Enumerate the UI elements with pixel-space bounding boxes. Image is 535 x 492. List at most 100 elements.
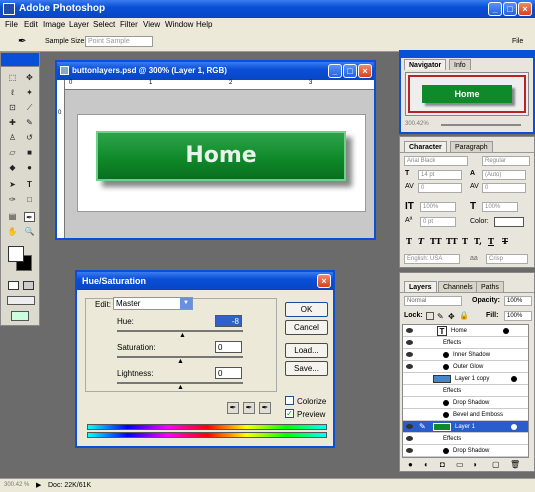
canvas[interactable]: Home [77,114,366,212]
quick-mask-icon[interactable] [8,281,19,290]
doc-close-button[interactable]: × [358,64,372,78]
lightness-slider-thumb[interactable]: ▲ [177,384,184,391]
dialog-close-button[interactable]: × [317,274,331,288]
doc-minimize-button[interactable]: _ [328,64,342,78]
hue-field[interactable]: -8 [215,315,242,327]
eye-icon[interactable] [406,340,413,345]
kerning-field[interactable]: 0 [418,183,462,193]
menu-view[interactable]: View [143,20,160,29]
leading-field[interactable]: (Auto) [482,170,526,180]
horizontal-scale-field[interactable]: 100% [482,202,518,212]
file-browser-tab[interactable]: File [512,38,523,45]
eye-icon[interactable] [406,328,413,333]
eyedropper-button[interactable]: ✒ [227,402,239,414]
fill-field[interactable]: 100% [504,311,532,321]
lightness-field[interactable]: 0 [215,367,242,379]
font-size-field[interactable]: 14 pt [418,170,462,180]
sample-size-select[interactable]: Point Sample [85,36,153,47]
tab-character[interactable]: Character [404,141,447,152]
effect-row[interactable]: Outer Glow [403,361,528,373]
lock-pixels-icon[interactable]: ✎ [437,312,444,321]
effect-row[interactable]: Bevel and Emboss [403,409,528,421]
eyedropper-minus-button[interactable]: ✒ [259,402,271,414]
lock-all-icon[interactable]: 🔒 [459,311,469,320]
eye-icon[interactable] [406,364,413,369]
colorize-checkbox[interactable] [285,396,294,405]
cancel-button[interactable]: Cancel [285,320,328,335]
path-select-icon[interactable]: ➤ [7,180,18,190]
language-select[interactable]: English: USA [404,254,460,264]
navigator-zoom-slider[interactable] [441,124,521,126]
lasso-tool-icon[interactable]: ℓ [7,88,18,98]
navigator-view-box[interactable]: Home [408,75,526,113]
history-brush-icon[interactable]: ↺ [24,133,35,143]
edit-select[interactable]: Master ▼ [113,297,193,310]
saturation-field[interactable]: 0 [215,341,242,353]
menu-layer[interactable]: Layer [69,20,89,29]
status-zoom[interactable]: 300.42 % [4,482,29,488]
menu-select[interactable]: Select [93,20,115,29]
eraser-tool-icon[interactable]: ▱ [7,148,18,158]
stamp-tool-icon[interactable]: ♙ [7,133,18,143]
hand-tool-icon[interactable]: ✋ [7,227,18,237]
blend-mode-select[interactable]: Normal [404,296,462,306]
menu-help[interactable]: Help [196,20,212,29]
navigator-zoom-value[interactable]: 300.42% [405,121,429,127]
standard-mode-icon[interactable] [23,281,34,290]
layer-row-layer-1[interactable]: ✎ Layer 1 [403,421,528,433]
crop-tool-icon[interactable]: ⊡ [7,103,18,113]
new-layer-icon[interactable]: ▢ [492,460,500,469]
faux-bold-button[interactable]: T [406,236,412,246]
all-caps-button[interactable]: TT [430,236,442,246]
type-tool-icon[interactable]: T [24,180,35,190]
font-family-select[interactable]: Arial Black [404,156,468,166]
anti-alias-select[interactable]: Crisp [486,254,528,264]
save-button[interactable]: Save... [285,361,328,376]
layer-row-home[interactable]: T Home [403,325,528,337]
move-tool-icon[interactable]: ✥ [24,73,35,83]
restore-button[interactable]: □ [503,2,517,16]
eye-icon[interactable] [406,376,413,381]
dodge-tool-icon[interactable]: ● [24,163,35,173]
menu-filter[interactable]: Filter [120,20,138,29]
menu-file[interactable]: File [5,20,18,29]
opacity-field[interactable]: 100% [504,296,532,306]
eyedropper-icon[interactable]: ✒ [18,36,26,47]
lock-position-icon[interactable]: ✥ [448,312,455,321]
text-color-swatch[interactable] [494,217,524,227]
effect-row[interactable]: Drop Shadow [403,445,528,457]
slice-tool-icon[interactable]: ⟋ [24,103,35,113]
marquee-tool-icon[interactable]: ⬚ [7,73,18,83]
brush-tool-icon[interactable]: ✎ [24,118,35,128]
link-layers-icon[interactable]: ● [408,460,413,469]
navigator-preview[interactable]: Home [405,72,529,116]
eye-icon[interactable] [406,448,413,453]
minimize-button[interactable]: _ [488,2,502,16]
status-info-arrow-icon[interactable]: ▶ [36,481,41,489]
healing-brush-icon[interactable]: ✚ [7,118,18,128]
tab-paths[interactable]: Paths [476,281,504,292]
underline-button[interactable]: T [488,236,494,246]
tab-info[interactable]: Info [449,59,471,70]
magic-wand-icon[interactable]: ✦ [24,88,35,98]
jump-to-imageready-icon[interactable] [11,311,29,321]
adjustment-layer-icon[interactable]: ◑ [472,460,477,469]
effects-row[interactable]: Effects [403,433,528,445]
hue-slider-thumb[interactable]: ▲ [179,332,186,339]
superscript-button[interactable]: T [462,236,468,246]
menu-edit[interactable]: Edit [24,20,38,29]
screen-mode-icon[interactable] [7,296,35,305]
tab-navigator[interactable]: Navigator [404,59,447,70]
effect-row[interactable]: Drop Shadow [403,397,528,409]
foreground-color-swatch[interactable] [8,246,24,262]
tab-channels[interactable]: Channels [438,281,478,292]
effects-row[interactable]: Effects [403,385,528,397]
saturation-slider-thumb[interactable]: ▲ [177,358,184,365]
add-style-icon[interactable]: ◐ [424,460,429,469]
menu-window[interactable]: Window [165,20,193,29]
close-button[interactable]: × [518,2,532,16]
ok-button[interactable]: OK [285,302,328,317]
eyedropper-tool-icon[interactable]: ✒ [24,212,35,222]
effect-row[interactable]: Inner Shadow [403,349,528,361]
gradient-tool-icon[interactable]: ■ [24,148,35,158]
